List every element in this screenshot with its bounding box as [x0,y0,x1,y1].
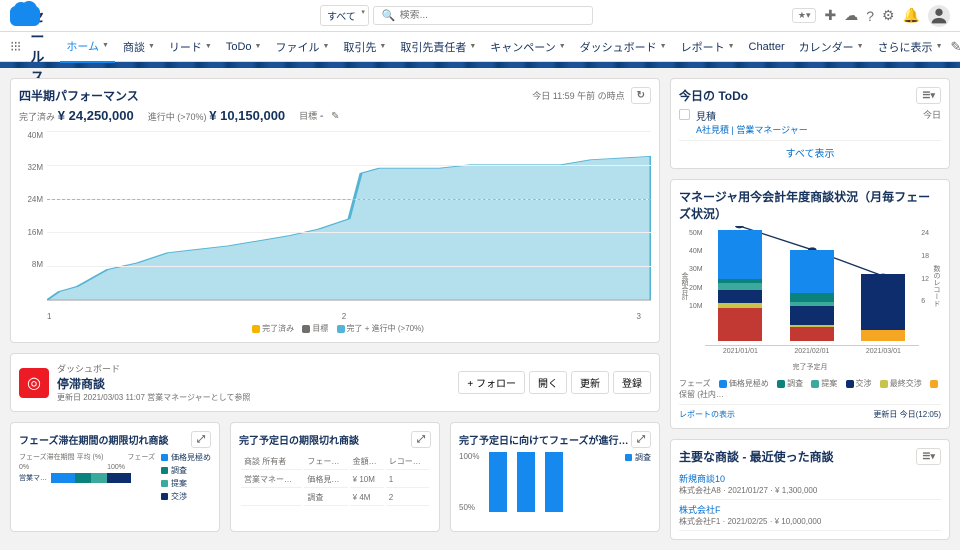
quarterly-performance-card: 四半期パフォーマンス 今日 11:59 午前 の時点 ↻ 完了済み ¥ 24,2… [10,78,660,343]
y-axis-label: 金額合計 [679,272,689,300]
y2-axis-label: 数のレコード [931,265,941,307]
table-row: 営業マネー…価格見…¥ 10M1 [241,472,429,488]
view-all-link[interactable]: すべて表示 [679,140,941,160]
opportunity-item[interactable]: 株式会社F 株式会社F1 · 2021/02/25 · ¥ 10,000,000 [679,500,941,531]
expand-icon[interactable]: ⤢ [631,431,651,448]
timestamp: 今日 11:59 午前 の時点 [532,89,624,102]
nav-more[interactable]: さらに表示▼ [872,32,949,62]
todo-date: 今日 [923,108,941,121]
phase-legend: フェーズ 価格見極め 調査 提案 交渉 最終交渉 保留 (社内… [679,378,941,400]
key-opportunities-card: 主要な商談 - 最近使った商談 ☰▾ 新規商談10 株式会社A8 · 2021/… [670,439,950,540]
mini-card-phase-overdue: フェーズ滞在期間の期限切れ商談⤢ フェーズ滞在期間 平均 (%)フェーズ 0%1… [10,422,220,532]
search-input[interactable] [400,10,584,21]
table-row: 調査¥ 4M2 [241,490,429,506]
nav-accounts[interactable]: 取引先▼ [337,32,392,62]
card-menu-icon[interactable]: ☰▾ [916,448,941,465]
app-nav: ⁝⁝⁝ セールス ホーム▼ 商談▼ リード▼ ToDo▼ ファイル▼ 取引先▼ … [0,32,960,62]
refresh-icon[interactable]: ↻ [631,87,651,104]
todo-item[interactable]: 見積 A社見積 | 営業マネージャー 今日 [679,108,941,136]
dashboard-header-card: ◎ ダッシュボード 停滞商談 更新日 2021/03/03 11:07 営業マネ… [10,353,660,412]
x-axis-title: 完了予定月 [679,362,941,372]
expand-icon[interactable]: ⤢ [191,431,211,448]
todo-label: 見積 [696,108,917,123]
nav-opportunities[interactable]: 商談▼ [117,32,161,62]
nav-campaigns[interactable]: キャンペーン▼ [484,32,571,62]
goal-value: - [320,111,323,122]
opp-link[interactable]: 株式会社F [679,505,721,515]
manager-pipeline-card: マネージャ用今会計年度商談状況（月毎フェーズ状況） 金額合計 50M 40M 3… [670,179,950,429]
add-icon[interactable]: ✚ [824,7,836,24]
updated-label: 更新日 今日(12:05) [873,409,941,420]
overdue-table: 商談 所有者フェー…金額…レコー… 営業マネー…価格見…¥ 10M1 調査¥ 4… [239,452,431,508]
performance-chart: 40M 32M 24M 16M 8M [19,131,651,321]
opp-meta: 株式会社F1 · 2021/02/25 · ¥ 10,000,000 [679,516,941,527]
nav-dashboards[interactable]: ダッシュボード▼ [574,32,673,62]
line-chart-svg [47,131,651,300]
setup-gear-icon[interactable]: ⚙ [882,7,895,24]
dashboard-icon: ◎ [19,368,49,398]
search-icon: 🔍 [382,9,396,22]
favorite-button[interactable]: ★▾ [792,8,817,23]
global-search[interactable]: 🔍 [373,6,593,25]
dashboard-type: ダッシュボード [57,362,450,375]
avatar[interactable] [928,5,950,27]
card-title: 今日の ToDo [679,87,748,104]
card-title: マネージャ用今会計年度商談状況（月毎フェーズ状況） [679,188,941,222]
nav-home[interactable]: ホーム▼ [60,31,115,63]
todo-menu-icon[interactable]: ☰▾ [916,87,941,104]
subscribe-button[interactable]: 登録 [613,371,651,394]
app-launcher-icon[interactable]: ⁝⁝⁝ [10,38,20,55]
opportunity-item[interactable]: 新規商談10 株式会社A8 · 2021/01/27 · ¥ 1,300,000 [679,469,941,500]
cloud-icon[interactable]: ☁ [844,7,858,24]
dashboard-meta: 更新日 2021/03/03 11:07 営業マネージャーとして参照 [57,392,450,403]
help-icon[interactable]: ? [866,8,874,24]
mini-card-phase-progress: 完了予定日に向けてフェーズが進行…⤢ 100%50% 調査 [450,422,660,532]
global-header: すべて 🔍 ★▾ ✚ ☁ ? ⚙ 🔔 [0,0,960,32]
todo-checkbox[interactable] [679,109,690,120]
card-title: 四半期パフォーマンス [19,87,139,104]
report-link[interactable]: レポートの表示 [679,409,735,420]
search-scope-select[interactable]: すべて [320,5,369,26]
salesforce-logo-icon[interactable] [10,6,40,26]
nav-files[interactable]: ファイル▼ [269,32,335,62]
opp-meta: 株式会社A8 · 2021/01/27 · ¥ 1,300,000 [679,485,941,496]
refresh-button[interactable]: 更新 [571,371,609,394]
opp-link[interactable]: 新規商談10 [679,474,725,484]
goal-label: 目標 [299,111,317,121]
mini-card-closedate-overdue: 完了予定日の期限切れ商談⤢ 商談 所有者フェー…金額…レコー… 営業マネー…価格… [230,422,440,532]
stacked-bar-chart: 2021/01/01 2021/02/01 2021/0 [705,226,920,346]
nav-todo[interactable]: ToDo▼ [220,34,268,60]
closed-label: 完了済み [19,112,55,122]
header-actions: ★▾ ✚ ☁ ? ⚙ 🔔 [792,5,950,27]
notification-bell-icon[interactable]: 🔔 [903,7,920,24]
nav-leads[interactable]: リード▼ [163,32,218,62]
todo-link[interactable]: A社見積 | 営業マネージャー [696,125,808,135]
expand-icon[interactable]: ⤢ [411,431,431,448]
nav-contacts[interactable]: 取引先責任者▼ [394,32,482,62]
nav-calendar[interactable]: カレンダー▼ [793,32,870,62]
open-label: 進行中 (>70%) [148,112,207,122]
nav-edit-pencil-icon[interactable]: ✎ [951,39,960,55]
card-title: 主要な商談 - 最近使った商談 [679,448,834,465]
edit-goal-pencil-icon[interactable]: ✎ [326,109,344,124]
nav-chatter[interactable]: Chatter [743,34,791,60]
nav-reports[interactable]: レポート▼ [675,32,741,62]
dashboard-title: 停滞商談 [57,375,450,392]
todo-card: 今日の ToDo ☰▾ 見積 A社見積 | 営業マネージャー 今日 すべて表示 [670,78,950,169]
chart-legend: 完了済み 目標 完了 + 進行中 (>70%) [19,323,651,334]
open-button[interactable]: 開く [529,371,567,394]
follow-button[interactable]: + フォロー [458,371,525,394]
closed-value: ¥ 24,250,000 [58,108,134,123]
open-value: ¥ 10,150,000 [209,108,285,123]
